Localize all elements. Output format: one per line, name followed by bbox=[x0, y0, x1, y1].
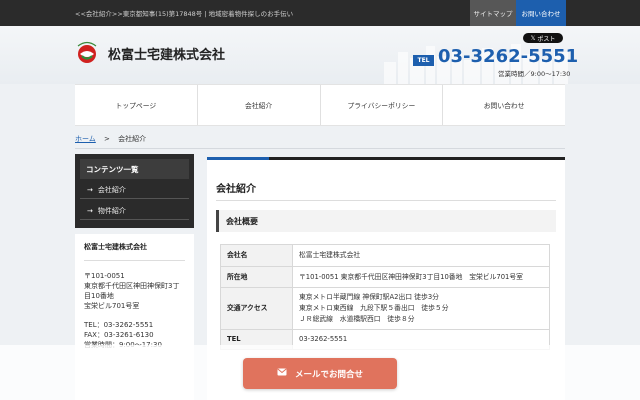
sidebar-company-name: 松富士宅建株式会社 bbox=[84, 242, 185, 261]
arrow-right-icon: → bbox=[87, 185, 93, 194]
access-line: ＪＲ総武線 水道橋駅西口 徒歩８分 bbox=[299, 315, 415, 323]
sidebar-fax: FAX：03-3261-6130 bbox=[84, 331, 154, 339]
page-title: 会社紹介 bbox=[216, 184, 256, 195]
sidebar-menu-title: コンテンツ一覧 bbox=[80, 159, 189, 179]
post-button-label: ポスト bbox=[537, 35, 556, 43]
table-row: 所在地 〒101-0051 東京都千代田区神田神保町3丁目10番地 宝栄ビル70… bbox=[220, 266, 550, 288]
table-header-cell: 交通アクセス bbox=[220, 287, 293, 330]
company-name-title[interactable]: 松富士宅建株式会社 bbox=[108, 44, 225, 63]
breadcrumb-home-link[interactable]: ホーム bbox=[75, 135, 96, 143]
tel-badge: TEL bbox=[413, 55, 434, 66]
mail-icon bbox=[277, 368, 287, 379]
table-header-cell: 会社名 bbox=[220, 244, 293, 267]
arrow-right-icon: → bbox=[87, 206, 93, 215]
title-divider bbox=[216, 200, 556, 201]
table-value-cell: 松富士宅建株式会社 bbox=[292, 244, 550, 267]
sidebar-postal: 〒101-0051 bbox=[84, 272, 125, 280]
company-overview-table: 会社名 松富士宅建株式会社 所在地 〒101-0051 東京都千代田区神田神保町… bbox=[220, 244, 550, 350]
title-accent-bar bbox=[207, 157, 269, 160]
top-bar: <<会社紹介>>東京都知事(15)第17848号 | 地域密着物件探しのお手伝い… bbox=[0, 0, 640, 26]
table-value-cell: 〒101-0051 東京都千代田区神田神保町3丁目10番地 宝栄ビル701号室 bbox=[292, 266, 550, 288]
access-line: 東京メトロ東西線 九段下駅５番出口 徒歩５分 bbox=[299, 304, 449, 312]
sitemap-button[interactable]: サイトマップ bbox=[470, 0, 516, 26]
nav-item-company[interactable]: 会社紹介 bbox=[198, 85, 321, 125]
sidebar-item-properties[interactable]: → 物件紹介 bbox=[80, 202, 189, 220]
table-row: 交通アクセス 東京メトロ半蔵門線 神保町駅A2出口 徒歩3分 東京メトロ東西線 … bbox=[220, 287, 550, 330]
mail-contact-button[interactable]: メールでお問合せ bbox=[243, 358, 397, 389]
access-line: 東京メトロ半蔵門線 神保町駅A2出口 徒歩3分 bbox=[299, 293, 439, 301]
sidebar-address-line: 宝栄ビル701号室 bbox=[84, 302, 140, 310]
business-hours: 営業時間／9:00〜17:30 bbox=[498, 70, 571, 78]
nav-item-top[interactable]: トップページ bbox=[75, 85, 198, 125]
sidebar-item-company[interactable]: → 会社紹介 bbox=[80, 181, 189, 199]
sidebar-item-label: 物件紹介 bbox=[97, 206, 126, 215]
topbar-license-text: <<会社紹介>>東京都知事(15)第17848号 | 地域密着物件探しのお手伝い bbox=[75, 10, 294, 18]
breadcrumb-separator: > bbox=[104, 135, 110, 143]
breadcrumb: ホーム > 会社紹介 bbox=[75, 134, 146, 144]
sidebar-item-label: 会社紹介 bbox=[97, 185, 126, 194]
global-nav: トップページ 会社紹介 プライバシーポリシー お問い合わせ bbox=[75, 84, 565, 126]
nav-item-privacy[interactable]: プライバシーポリシー bbox=[321, 85, 444, 125]
sidebar-address-line: 東京都千代田区神田神保町3丁 bbox=[84, 282, 180, 290]
site-header: 松富士宅建株式会社 𝕏 ポスト TEL 03-3262-5551 営業時間／9:… bbox=[0, 26, 640, 84]
mail-button-label: メールでお問合せ bbox=[294, 369, 363, 380]
sidebar-contents-menu: コンテンツ一覧 → 会社紹介 → 物件紹介 bbox=[75, 154, 194, 228]
section-heading: 会社概要 bbox=[216, 210, 556, 232]
breadcrumb-divider bbox=[75, 148, 565, 149]
table-row: 会社名 松富士宅建株式会社 bbox=[220, 244, 550, 267]
table-header-cell: 所在地 bbox=[220, 266, 293, 288]
company-logo-icon[interactable] bbox=[75, 40, 99, 64]
header-tel-number[interactable]: 03-3262-5551 bbox=[438, 46, 578, 67]
contact-top-button[interactable]: お問い合わせ bbox=[516, 0, 566, 26]
nav-item-contact[interactable]: お問い合わせ bbox=[443, 85, 565, 125]
sidebar-address-line: 目10番地 bbox=[84, 292, 114, 300]
table-value-cell: 東京メトロ半蔵門線 神保町駅A2出口 徒歩3分 東京メトロ東西線 九段下駅５番出… bbox=[292, 287, 550, 330]
breadcrumb-current: 会社紹介 bbox=[118, 135, 147, 143]
sidebar-tel: TEL：03-3262-5551 bbox=[84, 321, 154, 329]
x-logo-icon: 𝕏 bbox=[530, 34, 536, 42]
x-post-button[interactable]: 𝕏 ポスト bbox=[523, 33, 563, 43]
